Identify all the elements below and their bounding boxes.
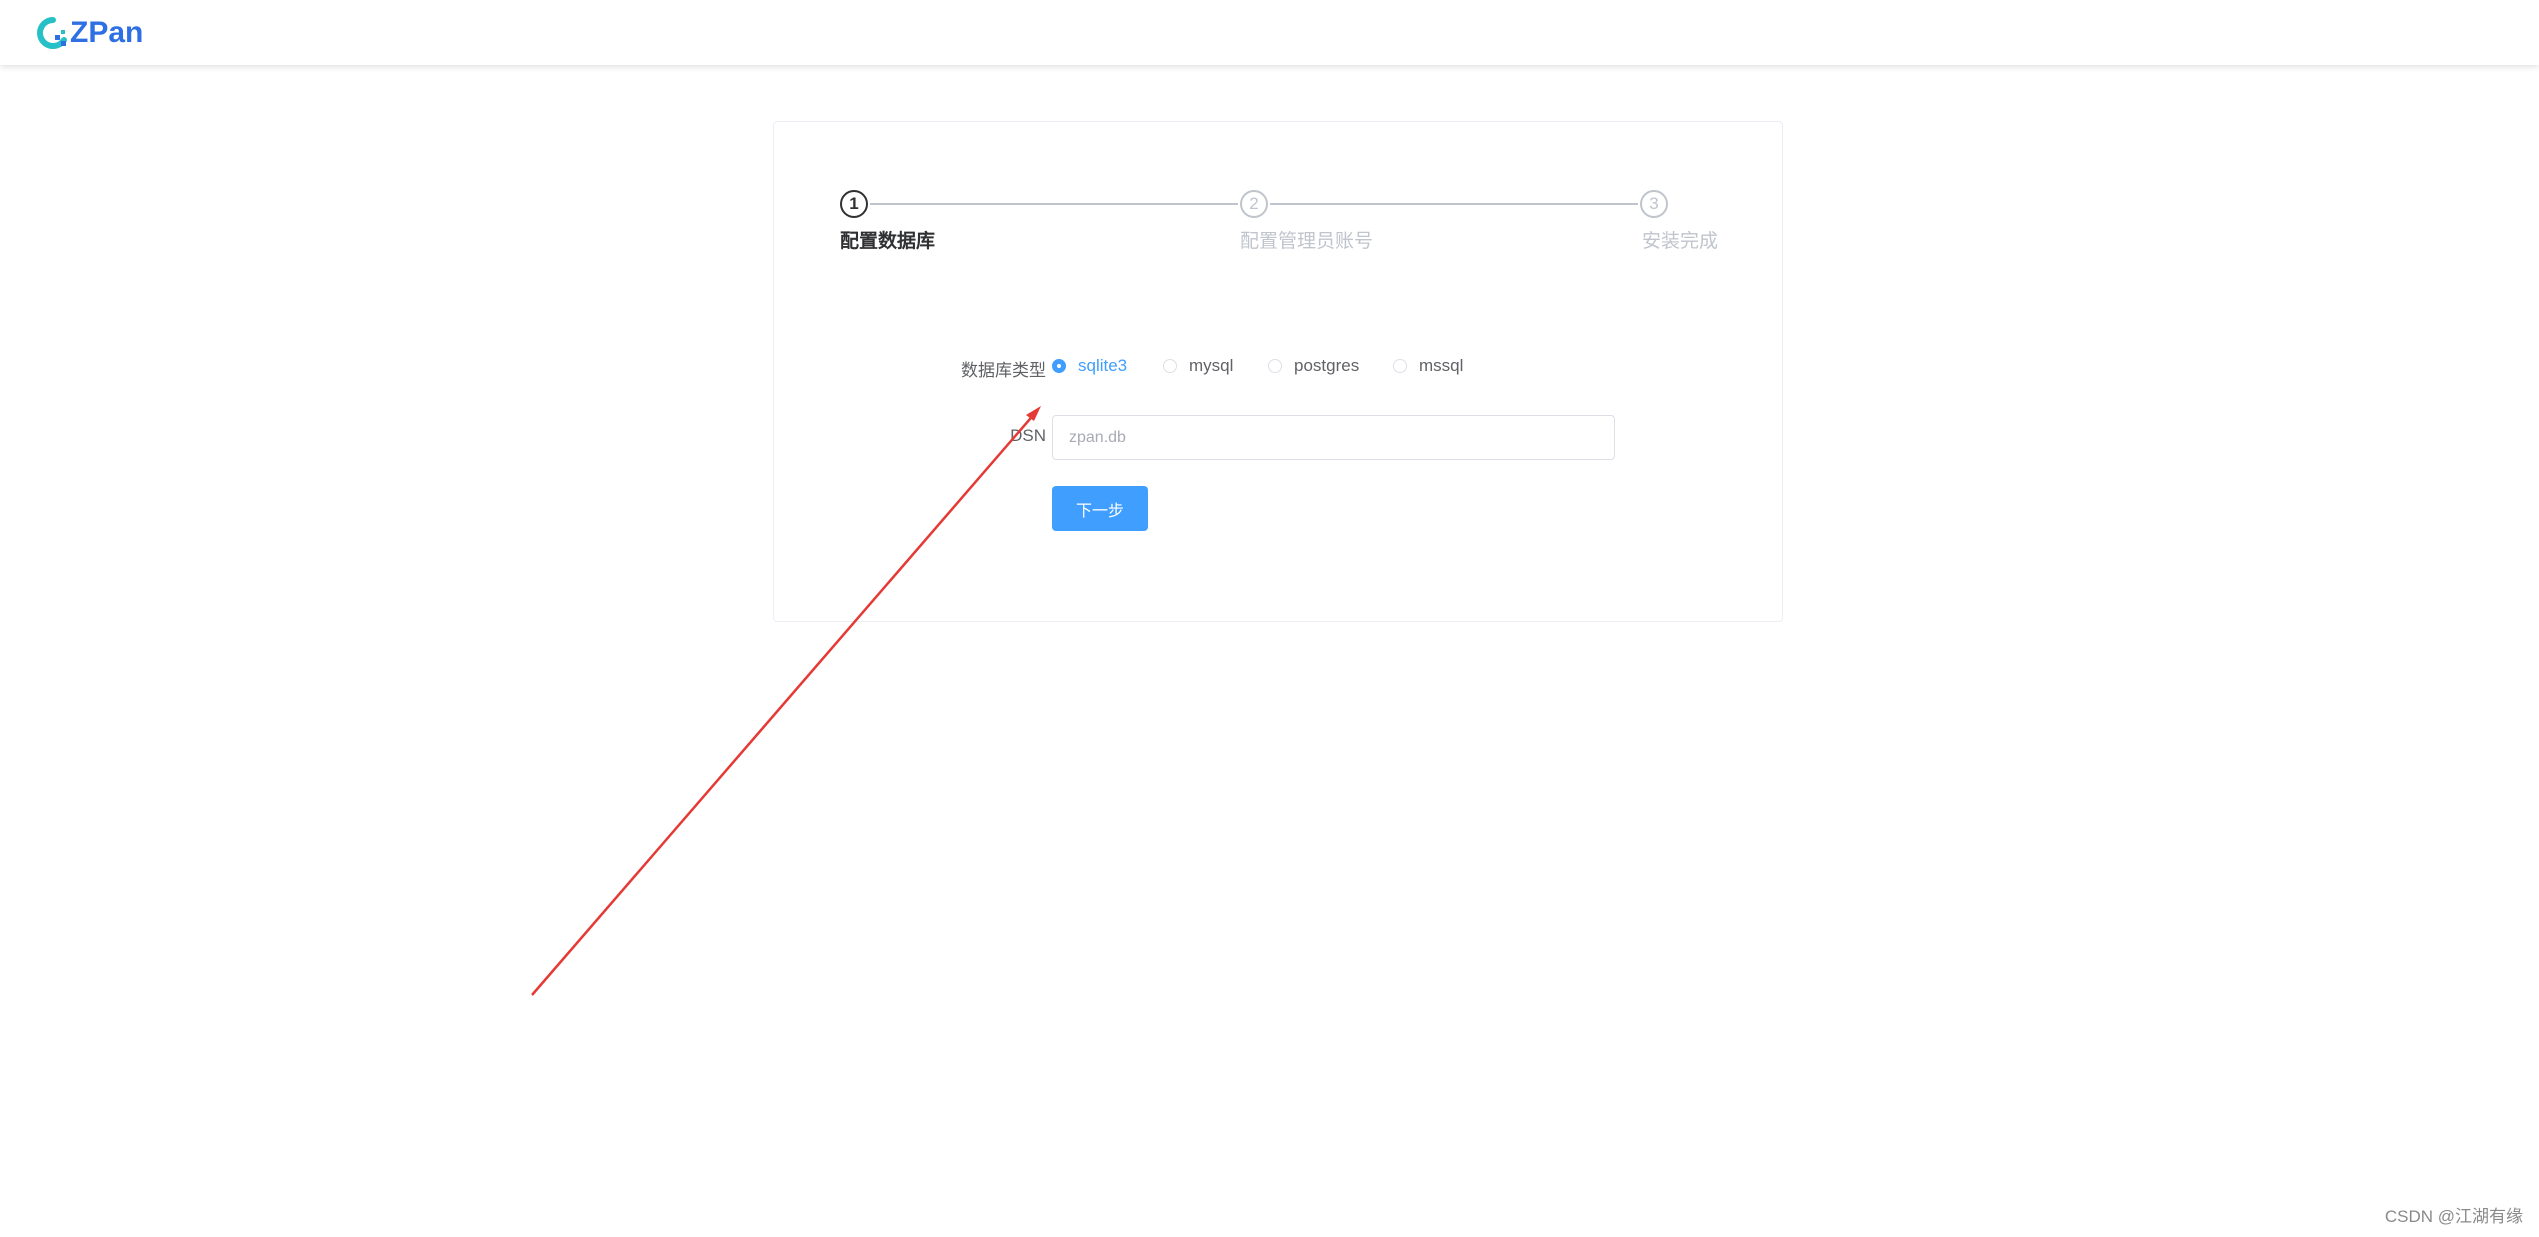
- radio-sqlite3-dot[interactable]: [1052, 359, 1066, 373]
- radio-mysql[interactable]: mysql: [1163, 356, 1233, 376]
- step-3-icon: 3: [1640, 190, 1668, 218]
- radio-mssql-label: mssql: [1419, 356, 1464, 375]
- step-2-title: 配置管理员账号: [1240, 231, 1374, 252]
- db-type-label: 数据库类型: [961, 361, 1046, 380]
- install-card: 1 配置数据库 2 配置管理员账号 3 安装完成 数据库类型 sqlite3 m…: [773, 121, 1783, 622]
- radio-postgres[interactable]: postgres: [1268, 356, 1359, 376]
- radio-mysql-dot[interactable]: [1163, 359, 1177, 373]
- step-connector-1: [870, 203, 1238, 205]
- radio-mysql-label: mysql: [1189, 356, 1234, 375]
- radio-sqlite3-label: sqlite3: [1078, 356, 1128, 375]
- radio-mssql[interactable]: mssql: [1393, 356, 1463, 376]
- radio-mssql-dot[interactable]: [1393, 359, 1407, 373]
- radio-postgres-label: postgres: [1294, 356, 1360, 375]
- step-2-icon: 2: [1240, 190, 1268, 218]
- dsn-label: DSN: [1010, 426, 1046, 445]
- dsn-input[interactable]: [1052, 415, 1615, 460]
- step-1-title: 配置数据库: [840, 231, 936, 252]
- next-step-button[interactable]: 下一步: [1052, 486, 1148, 531]
- step-1-icon: 1: [840, 190, 868, 218]
- zpan-logo[interactable]: ZPan: [36, 13, 143, 53]
- step-3-title: 安装完成: [1641, 231, 1718, 252]
- install-steps: 1 配置数据库 2 配置管理员账号 3 安装完成: [840, 190, 1718, 260]
- logo-text: ZPan: [70, 16, 144, 49]
- top-header: ZPan: [0, 0, 2539, 65]
- csdn-watermark: CSDN @江湖有缘: [2384, 1207, 2523, 1226]
- zpan-logo-icon: [36, 16, 70, 50]
- radio-sqlite3[interactable]: sqlite3: [1052, 356, 1127, 376]
- radio-postgres-dot[interactable]: [1268, 359, 1282, 373]
- step-connector-2: [1270, 203, 1638, 205]
